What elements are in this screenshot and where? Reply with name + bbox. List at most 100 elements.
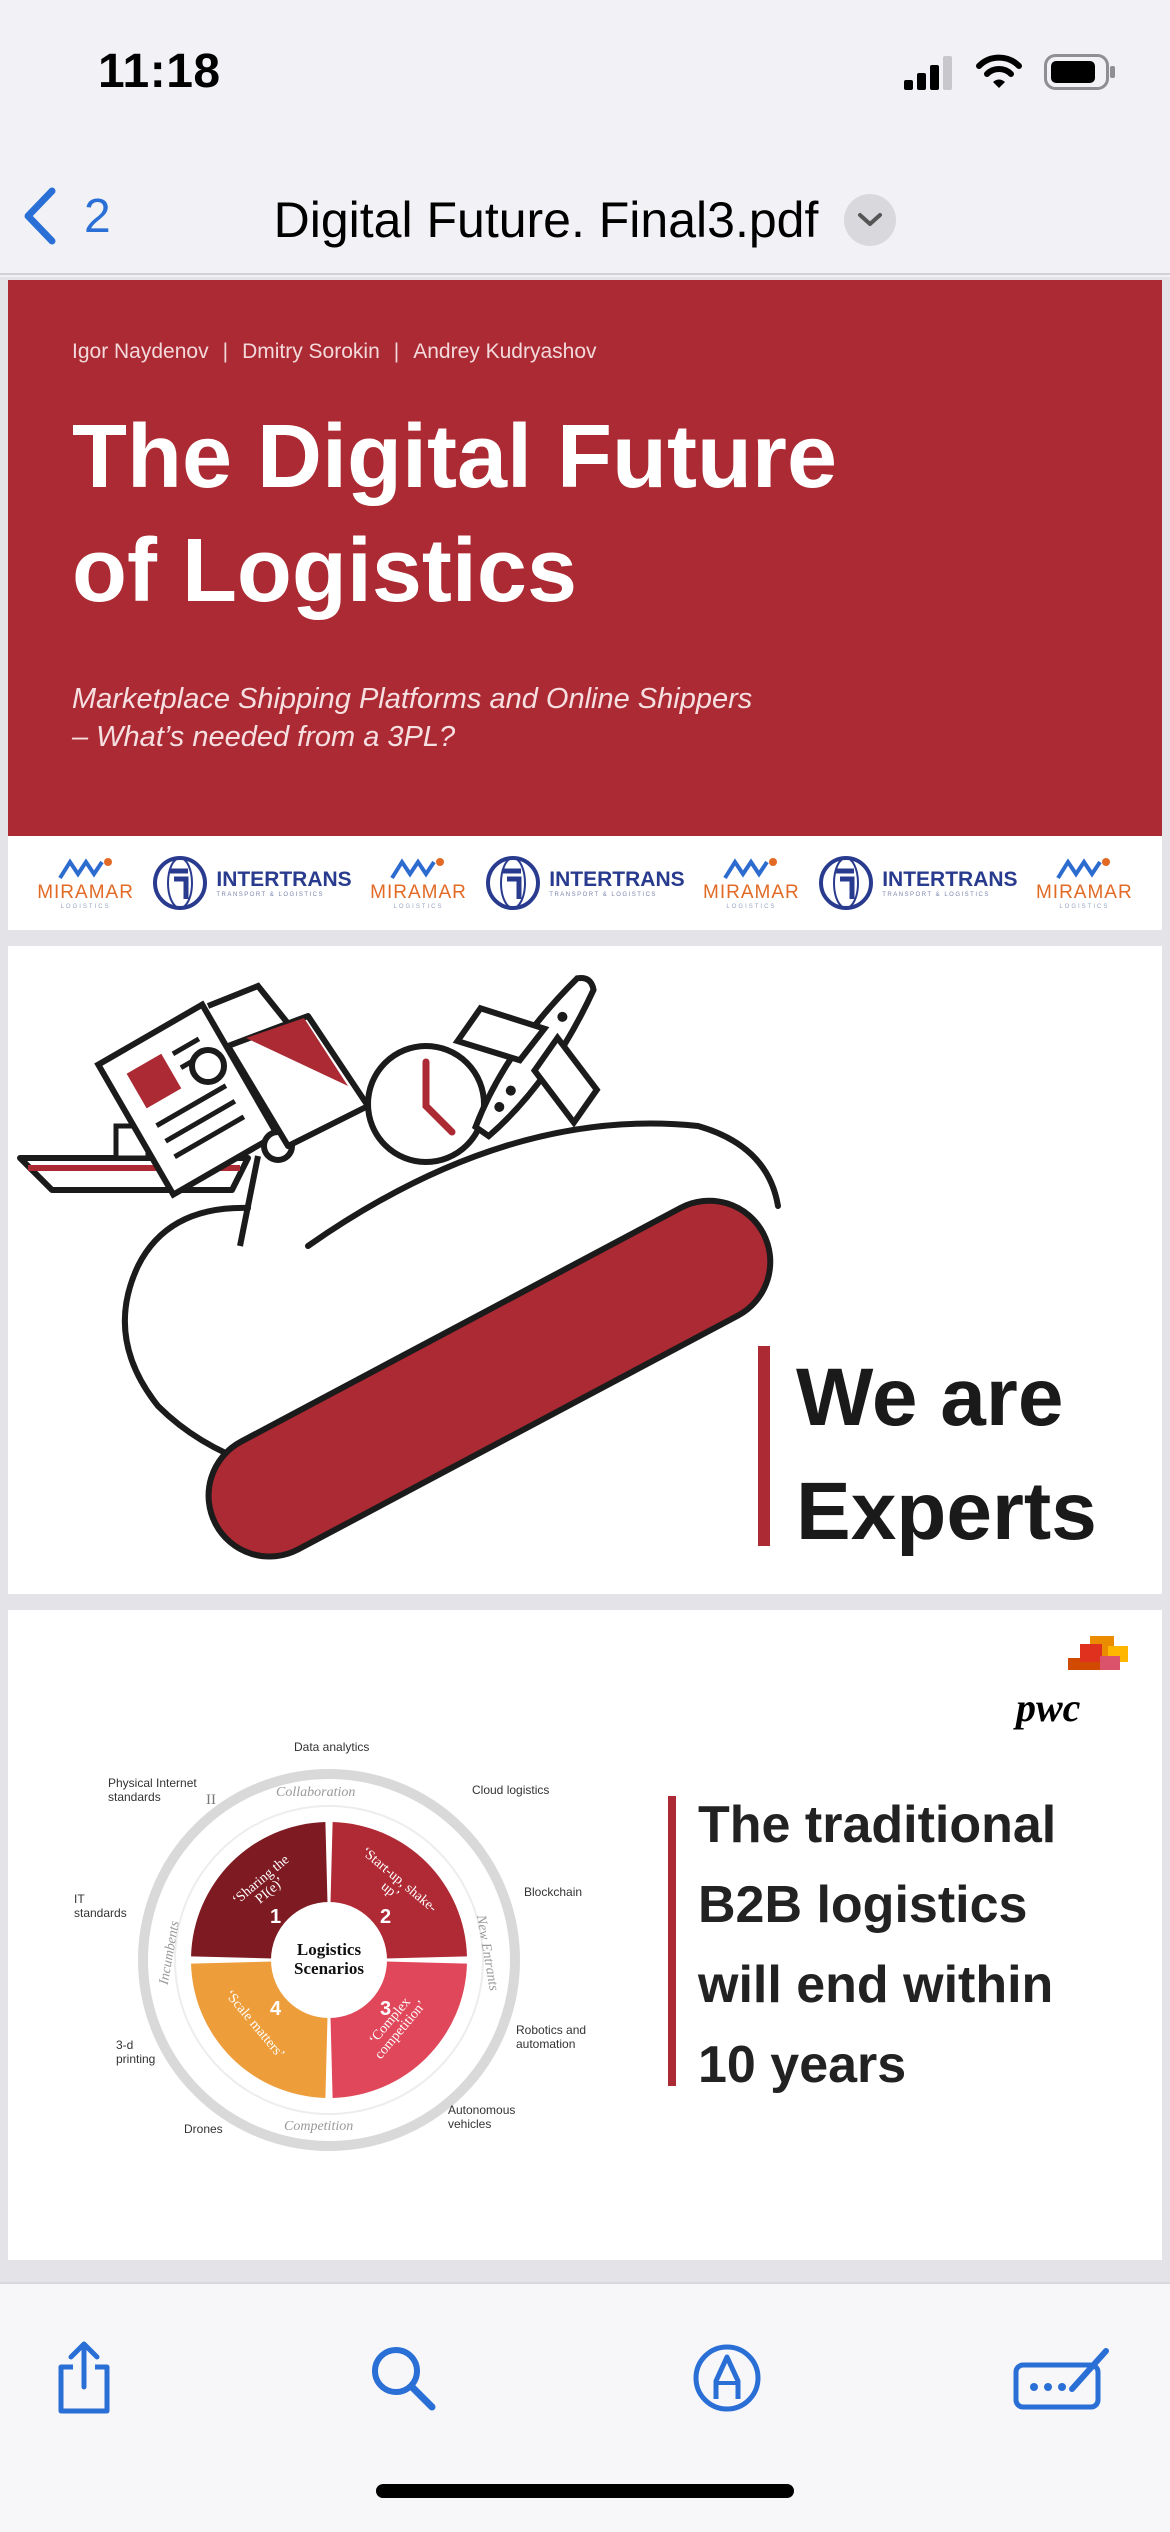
- cover-title-line: The Digital Future: [72, 407, 837, 507]
- pdf-page-3[interactable]: pwc Logistics Scenarios Collaboration Co…: [8, 1610, 1162, 2260]
- document-title-menu[interactable]: Digital Future. Final3.pdf: [0, 180, 1170, 260]
- status-time: 11:18: [98, 45, 221, 98]
- cover-subtitle-line: Marketplace Shipping Platforms and Onlin…: [72, 683, 753, 715]
- search-button[interactable]: [363, 2338, 443, 2418]
- share-button[interactable]: [44, 2338, 124, 2418]
- cover-title-line: of Logistics: [72, 521, 578, 621]
- claim-heading: The traditional B2B logistics will end w…: [698, 1785, 1056, 2105]
- intertrans-name: INTERTRANS: [882, 868, 1018, 891]
- intertrans-globe-icon: [486, 856, 541, 910]
- logistics-conveyor-illustration: [17, 974, 781, 1560]
- intertrans-globe-icon: [819, 856, 874, 910]
- share-icon: [58, 2341, 110, 2414]
- author-name: Dmitry Sorokin: [242, 340, 380, 363]
- battery-icon: [1044, 54, 1115, 90]
- miramar-wave-icon: [723, 858, 778, 880]
- author-name: Andrey Kudryashov: [413, 340, 597, 363]
- nav-bar: 2 Digital Future. Final3.pdf: [0, 160, 1170, 275]
- experts-accent-bar: [758, 1346, 770, 1546]
- outer-label-line: printing: [116, 2052, 156, 2066]
- miramar-name: MIRAMAR: [370, 882, 467, 903]
- cover-title: The Digital Future of Logistics: [72, 400, 837, 628]
- quadrant-number-4: 4: [270, 1998, 282, 2020]
- outer-label-it-standards: IT standards: [74, 1892, 127, 1920]
- search-icon: [372, 2347, 436, 2411]
- wheel-center-line: Logistics: [296, 1940, 362, 1959]
- miramar-logo: MIRAMAR LOGISTICS: [703, 856, 800, 910]
- quadrant-number-1: 1: [270, 1906, 282, 1928]
- claim-accent-bar: [668, 1796, 676, 2086]
- miramar-logo: MIRAMAR LOGISTICS: [370, 856, 467, 910]
- outer-label-line: Autonomous: [448, 2103, 516, 2117]
- pdf-page-2[interactable]: We are Experts: [8, 946, 1162, 1594]
- intertrans-globe-icon: [153, 856, 208, 910]
- quadrant-number-3: 3: [380, 1998, 392, 2020]
- wifi-icon: [976, 54, 1022, 88]
- authors-line: Igor Naydenov | Dmitry Sorokin | Andrey Kudr…: [72, 340, 597, 364]
- intertrans-sub: TRANSPORT & LOGISTICS: [216, 892, 324, 898]
- outer-label-line: 3-d: [116, 2038, 134, 2052]
- claim-line: B2B logistics: [698, 1876, 1028, 1934]
- outer-label-drones: Drones: [184, 2122, 223, 2136]
- status-icons: [904, 52, 1116, 92]
- cover-banner: Igor Naydenov | Dmitry Sorokin | Andrey Kudr…: [8, 280, 1162, 836]
- author-separator: |: [222, 340, 229, 363]
- outer-label-data-analytics: Data analytics: [294, 1740, 370, 1754]
- logistics-scenarios-wheel: [138, 1769, 520, 2151]
- intertrans-sub: TRANSPORT & LOGISTICS: [549, 892, 657, 898]
- intertrans-name: INTERTRANS: [216, 868, 352, 891]
- partner-logo-strip: MIRAMAR LOGISTICS INTERTRANS TRANSPORT & …: [8, 836, 1162, 930]
- outer-label-line: standards: [108, 1790, 161, 1804]
- form-fill-button[interactable]: [1012, 2338, 1112, 2418]
- outer-label-line: automation: [516, 2037, 576, 2051]
- miramar-name: MIRAMAR: [703, 882, 800, 903]
- experts-heading-line: Experts: [796, 1466, 1097, 1557]
- intertrans-logo: INTERTRANS TRANSPORT & LOGISTICS: [152, 855, 352, 911]
- experts-heading: We are Experts: [796, 1341, 1097, 1569]
- author-name: Igor Naydenov: [72, 340, 209, 363]
- title-dropdown-button[interactable]: [844, 194, 897, 246]
- outer-label-autonomous: Autonomous vehicles: [448, 2103, 515, 2131]
- markup-button[interactable]: [687, 2338, 767, 2418]
- outer-label-line: standards: [74, 1906, 127, 1920]
- miramar-wave-icon: [390, 858, 445, 880]
- claim-line: will end within: [698, 1956, 1054, 2014]
- miramar-sub: LOGISTICS: [60, 904, 111, 910]
- pwc-wordmark: pwc: [1016, 1685, 1081, 1730]
- claim-line: The traditional: [698, 1796, 1057, 1854]
- outer-label-line: Robotics and: [516, 2023, 587, 2037]
- outer-label-blockchain: Blockchain: [524, 1885, 583, 1899]
- outer-label-line: IT: [74, 1892, 85, 1906]
- miramar-sub: LOGISTICS: [393, 904, 444, 910]
- intertrans-sub: TRANSPORT & LOGISTICS: [882, 892, 990, 898]
- miramar-name: MIRAMAR: [37, 882, 134, 903]
- pdf-page-1[interactable]: Igor Naydenov | Dmitry Sorokin | Andrey Kudr…: [8, 280, 1162, 930]
- ring-label-collaboration: Collaboration: [276, 1785, 356, 1800]
- pdf-document-view[interactable]: Igor Naydenov | Dmitry Sorokin | Andrey Kudr…: [0, 277, 1170, 2282]
- home-indicator: [376, 2484, 794, 2498]
- cellular-signal-icon: [904, 56, 952, 90]
- ring-label-competition: Competition: [284, 2119, 354, 2134]
- outer-label-3d-printing: 3-d printing: [116, 2038, 155, 2066]
- cover-subtitle-line: – What’s needed from a 3PL?: [72, 721, 456, 753]
- wheel-center-line: Scenarios: [294, 1959, 364, 1978]
- cover-subtitle: Marketplace Shipping Platforms and Onlin…: [72, 680, 752, 756]
- pwc-logo: pwc: [1016, 1628, 1136, 1738]
- miramar-wave-icon: [1056, 858, 1111, 880]
- miramar-wave-icon: [57, 858, 112, 880]
- form-fill-icon: [1013, 2348, 1109, 2410]
- author-separator: |: [393, 340, 400, 363]
- outer-label-robotics: Robotics and automation: [516, 2023, 586, 2051]
- intertrans-logo: INTERTRANS TRANSPORT & LOGISTICS: [818, 855, 1018, 911]
- outer-label-line: vehicles: [448, 2117, 492, 2131]
- chevron-down-icon: [858, 213, 883, 226]
- intertrans-name: INTERTRANS: [549, 868, 685, 891]
- claim-line: 10 years: [698, 2036, 907, 2094]
- markup-icon: [693, 2344, 761, 2412]
- experts-heading-line: We are: [796, 1352, 1064, 1443]
- miramar-name: MIRAMAR: [1035, 882, 1133, 903]
- ring-label-numeral: II: [206, 1792, 216, 1808]
- miramar-sub: LOGISTICS: [726, 904, 777, 910]
- outer-label-physical-internet: Physical Internet standards: [108, 1776, 197, 1804]
- miramar-logo: MIRAMAR LOGISTICS: [37, 856, 134, 910]
